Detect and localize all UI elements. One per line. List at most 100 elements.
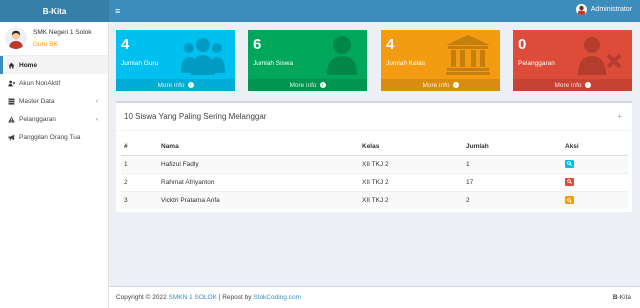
user-remove-icon [578, 37, 622, 75]
cell-kelas: XII TKJ 2 [359, 154, 463, 173]
user-times-icon [6, 80, 16, 87]
column-header-nama: Nama [158, 138, 359, 156]
top-navbar: ≡ Administrator [109, 0, 640, 22]
stat-value: 0 [518, 36, 527, 53]
home-icon [6, 62, 16, 69]
stat-value: 4 [121, 36, 130, 53]
cell-jumlah: 2 [463, 190, 562, 209]
footer-brand: B-Kita [613, 294, 631, 301]
view-button[interactable] [565, 177, 574, 186]
arrow-circle-right-icon: › [319, 82, 326, 88]
box-title: 10 Siswa Yang Paling Sering Melanggar [124, 112, 267, 121]
sidebar-item-home[interactable]: Home [0, 56, 108, 74]
column-header-aksi: Aksi [562, 138, 628, 156]
stat-tile-pelanggaran: 0 Pelanggaran More info › [513, 30, 632, 91]
sidebar-item-label: Home [19, 61, 38, 69]
collapse-plus-icon[interactable]: + [617, 112, 622, 121]
more-info-link[interactable]: More info › [381, 79, 500, 91]
more-info-label: More info [289, 81, 317, 89]
column-header-jumlah: Jumlah [463, 138, 562, 156]
warning-icon [6, 115, 16, 123]
user-icon [327, 36, 357, 75]
cell-aksi [562, 172, 628, 191]
cell-nama: Hafizul Fadly [158, 154, 359, 173]
profile-avatar [5, 27, 27, 49]
arrow-circle-right-icon: › [584, 82, 591, 88]
footer-copyright: Copyright © 2022 SMKN 1 SOLOK | Repost b… [116, 294, 301, 301]
stat-label: Pelanggaran [518, 60, 555, 67]
stat-value: 4 [386, 36, 395, 53]
cell-no: 2 [121, 172, 158, 191]
sidebar-item-pelanggaran[interactable]: Pelanggaran ‹ [0, 110, 108, 128]
copyright-text: Copyright © 2022 [116, 294, 167, 301]
stat-tile-kelas: 4 Jumlah Kelas More info › [381, 30, 500, 91]
search-icon [567, 161, 572, 167]
school-name: SMK Negeri 1 Solok [33, 29, 92, 36]
sidebar-item-master-data[interactable]: Master Data ‹ [0, 92, 108, 110]
more-info-link[interactable]: More info › [248, 79, 367, 91]
search-icon [567, 197, 572, 203]
view-button[interactable] [565, 196, 574, 204]
sidebar-toggle-icon[interactable]: ≡ [115, 5, 120, 17]
search-icon [567, 179, 572, 185]
sidebar-menu: Home Akun NonAktif Master Data ‹ Pelangg… [0, 56, 108, 146]
arrow-circle-right-icon: › [452, 82, 459, 88]
table-row: 3 Vicktri Pratama Arifa XII TKJ 2 2 [121, 190, 628, 209]
chevron-left-icon: ‹ [95, 115, 98, 123]
divider [116, 130, 632, 131]
users-icon [181, 38, 225, 75]
view-button[interactable] [565, 159, 574, 168]
arrow-circle-right-icon: › [187, 82, 194, 88]
sidebar-item-akun-nonaktif[interactable]: Akun NonAktif [0, 74, 108, 92]
stat-value: 6 [253, 36, 262, 53]
stat-label: Jumlah Kelas [386, 60, 426, 67]
top-violators-box: 10 Siswa Yang Paling Sering Melanggar + … [116, 101, 632, 212]
more-info-label: More info [554, 81, 582, 89]
cell-jumlah: 17 [463, 172, 562, 191]
cell-nama: Rahmat Afriyanton [158, 172, 359, 191]
school-link[interactable]: SMKN 1 SOLOK [169, 294, 217, 301]
user-role: Guru BK [33, 41, 58, 48]
site-link[interactable]: StokCoding.com [253, 294, 301, 301]
footer: Copyright © 2022 SMKN 1 SOLOK | Repost b… [109, 286, 640, 308]
user-panel: SMK Negeri 1 Solok Guru BK [0, 22, 108, 56]
repost-text: | Repost by [218, 294, 252, 301]
user-menu[interactable]: Administrator [575, 4, 632, 15]
cell-aksi [562, 154, 628, 173]
sidebar-item-panggilan-orang-tua[interactable]: Panggilan Orang Tua [0, 128, 108, 146]
stat-tile-guru: 4 Jumlah Guru More info › [116, 30, 235, 91]
column-header-kelas: Kelas [359, 138, 463, 156]
stat-tile-siswa: 6 Jumlah Siswa More info › [248, 30, 367, 91]
column-header-no: # [121, 138, 158, 156]
database-icon [6, 98, 16, 105]
more-info-link[interactable]: More info › [513, 79, 632, 91]
cell-aksi [562, 190, 628, 209]
sidebar-item-label: Master Data [19, 97, 55, 105]
cell-kelas: XII TKJ 2 [359, 190, 463, 209]
bullhorn-icon [6, 134, 16, 141]
sidebar: SMK Negeri 1 Solok Guru BK Home Akun Non… [0, 22, 109, 308]
table-row: 1 Hafizul Fadly XII TKJ 2 1 [121, 154, 628, 173]
app-logo-text: B-Kita [42, 6, 67, 16]
violators-table: # Nama Kelas Jumlah Aksi 1 Hafizul Fadly… [121, 138, 628, 209]
cell-no: 3 [121, 190, 158, 209]
more-info-label: More info [422, 81, 450, 89]
sidebar-item-label: Panggilan Orang Tua [19, 133, 81, 141]
table-row: 2 Rahmat Afriyanton XII TKJ 2 17 [121, 172, 628, 191]
cell-kelas: XII TKJ 2 [359, 172, 463, 191]
more-info-link[interactable]: More info › [116, 79, 235, 91]
bank-icon [446, 35, 490, 75]
sidebar-item-label: Akun NonAktif [19, 79, 61, 87]
stat-label: Jumlah Guru [121, 60, 159, 67]
stat-label: Jumlah Siswa [253, 60, 294, 67]
cell-no: 1 [121, 154, 158, 173]
user-avatar [575, 4, 587, 15]
cell-jumlah: 1 [463, 154, 562, 173]
table-header-row: # Nama Kelas Jumlah Aksi [121, 138, 628, 156]
footer-brand-rest: -Kita [617, 294, 631, 301]
app-logo[interactable]: B-Kita [0, 0, 109, 22]
chevron-left-icon: ‹ [95, 97, 98, 105]
cell-nama: Vicktri Pratama Arifa [158, 190, 359, 209]
more-info-label: More info [157, 81, 185, 89]
sidebar-item-label: Pelanggaran [19, 115, 56, 123]
